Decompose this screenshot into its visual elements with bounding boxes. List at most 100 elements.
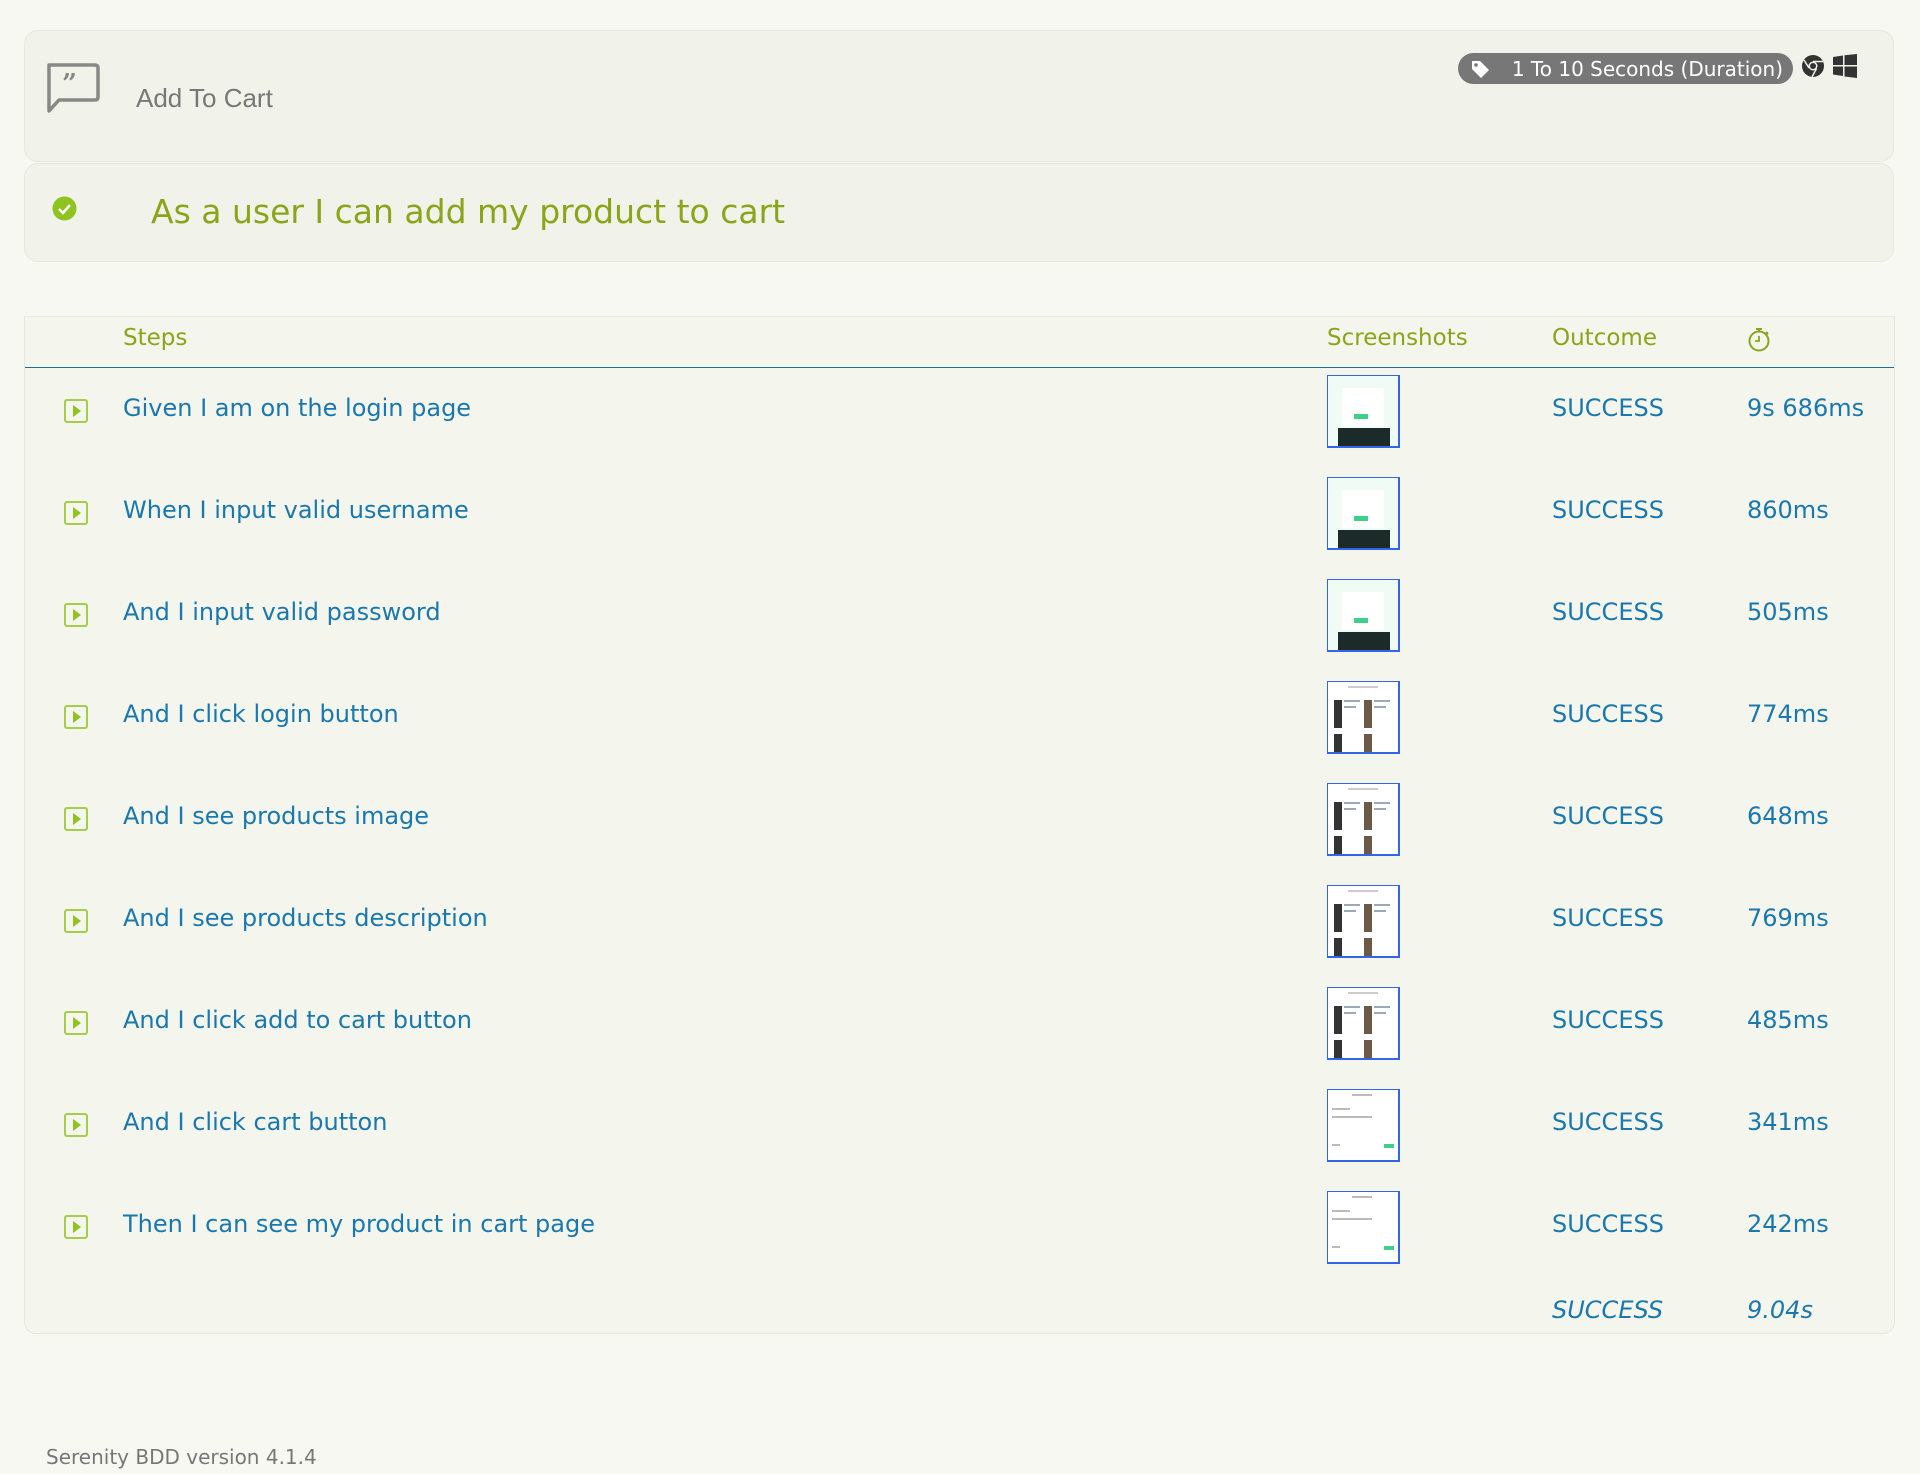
windows-icon — [1833, 54, 1857, 78]
step-text[interactable]: And I see products description — [123, 904, 488, 932]
screenshot-thumbnail[interactable] — [1327, 375, 1400, 448]
step-outcome: SUCCESS — [1552, 1210, 1664, 1238]
step-text[interactable]: And I see products image — [123, 802, 429, 830]
expand-step-play-icon[interactable] — [64, 807, 88, 831]
screenshot-thumbnail[interactable] — [1327, 885, 1400, 958]
thumbnail-detail — [1334, 700, 1342, 728]
thumbnail-detail — [1344, 1012, 1356, 1014]
steps-table: Steps Screenshots Outcome Given I am on … — [24, 316, 1895, 1334]
thumbnail-detail — [1348, 890, 1378, 892]
thumbnail-detail — [1374, 700, 1390, 702]
success-check-icon — [52, 196, 77, 221]
screenshot-thumbnail[interactable] — [1327, 1191, 1400, 1264]
thumbnail-detail — [1364, 938, 1372, 956]
thumbnail-detail — [1364, 802, 1372, 830]
thumbnail-detail — [1344, 910, 1356, 912]
step-text[interactable]: And I click add to cart button — [123, 1006, 472, 1034]
feature-title: Add To Cart — [136, 83, 273, 113]
thumbnail-detail — [1342, 592, 1384, 630]
step-outcome: SUCCESS — [1552, 700, 1664, 728]
thumbnail-detail — [1374, 1006, 1390, 1008]
expand-step-play-icon[interactable] — [64, 909, 88, 933]
thumbnail-detail — [1338, 428, 1390, 446]
table-row: And I see products image SUCCESS 648ms — [25, 776, 1894, 878]
thumbnail-detail — [1354, 618, 1368, 623]
thumbnail-detail — [1334, 1040, 1342, 1058]
step-duration: 774ms — [1747, 700, 1829, 728]
step-text[interactable]: And I click login button — [123, 700, 399, 728]
chrome-icon — [1802, 55, 1824, 78]
total-duration: 9.04s — [1747, 1296, 1813, 1324]
header-screenshots: Screenshots — [1327, 325, 1468, 351]
step-outcome: SUCCESS — [1552, 598, 1664, 626]
step-text[interactable]: When I input valid username — [123, 496, 469, 524]
thumbnail-detail — [1334, 836, 1342, 854]
step-outcome: SUCCESS — [1552, 1108, 1664, 1136]
thumbnail-detail — [1364, 904, 1372, 932]
expand-step-play-icon[interactable] — [64, 1113, 88, 1137]
step-text[interactable]: Given I am on the login page — [123, 394, 471, 422]
thumbnail-detail — [1352, 1094, 1372, 1096]
screenshot-thumbnail[interactable] — [1327, 579, 1400, 652]
quote-icon: ” — [47, 63, 100, 113]
expand-step-play-icon[interactable] — [64, 603, 88, 627]
thumbnail-detail — [1352, 1196, 1372, 1198]
thumbnail-detail — [1374, 706, 1386, 708]
thumbnail-detail — [1342, 388, 1384, 426]
thumbnail-detail — [1344, 700, 1360, 702]
thumbnail-detail — [1338, 530, 1390, 548]
thumbnail-detail — [1332, 1108, 1350, 1110]
thumbnail-detail — [1344, 1006, 1360, 1008]
screenshot-thumbnail[interactable] — [1327, 477, 1400, 550]
step-duration: 485ms — [1747, 1006, 1829, 1034]
duration-tag[interactable]: 1 To 10 Seconds (Duration) — [1457, 53, 1793, 84]
thumbnail-detail — [1354, 414, 1368, 419]
thumbnail-detail — [1364, 836, 1372, 854]
total-outcome: SUCCESS — [1552, 1296, 1664, 1324]
duration-tag-label: 1 To 10 Seconds (Duration) — [1511, 56, 1783, 81]
screenshot-thumbnail[interactable] — [1327, 681, 1400, 754]
thumbnail-detail — [1364, 700, 1372, 728]
thumbnail-detail — [1348, 788, 1378, 790]
step-outcome: SUCCESS — [1552, 496, 1664, 524]
thumbnail-detail — [1344, 706, 1356, 708]
thumbnail-detail — [1334, 938, 1342, 956]
step-duration: 341ms — [1747, 1108, 1829, 1136]
header-steps: Steps — [123, 325, 188, 351]
expand-step-play-icon[interactable] — [64, 1215, 88, 1239]
expand-step-play-icon[interactable] — [64, 1011, 88, 1035]
feature-header: ” Add To Cart 1 To 10 Seconds (Duration) — [24, 30, 1894, 162]
step-text[interactable]: Then I can see my product in cart page — [123, 1210, 595, 1238]
thumbnail-detail — [1332, 1144, 1340, 1146]
svg-text:”: ” — [62, 69, 77, 99]
thumbnail-detail — [1354, 516, 1368, 521]
step-duration: 648ms — [1747, 802, 1829, 830]
screenshot-thumbnail[interactable] — [1327, 987, 1400, 1060]
screenshot-thumbnail[interactable] — [1327, 783, 1400, 856]
table-row: Then I can see my product in cart page S… — [25, 1184, 1894, 1286]
thumbnail-detail — [1334, 802, 1342, 830]
thumbnail-detail — [1374, 1012, 1386, 1014]
step-text[interactable]: And I input valid password — [123, 598, 441, 626]
thumbnail-detail — [1334, 1006, 1342, 1034]
thumbnail-detail — [1364, 1040, 1372, 1058]
thumbnail-detail — [1364, 734, 1372, 752]
step-duration: 505ms — [1747, 598, 1829, 626]
stopwatch-icon — [1748, 328, 1770, 352]
expand-step-play-icon[interactable] — [64, 705, 88, 729]
screenshot-thumbnail[interactable] — [1327, 1089, 1400, 1162]
scenario-header: As a user I can add my product to cart — [24, 163, 1894, 262]
thumbnail-detail — [1342, 490, 1384, 528]
expand-step-play-icon[interactable] — [64, 399, 88, 423]
thumbnail-detail — [1334, 734, 1342, 752]
step-text[interactable]: And I click cart button — [123, 1108, 387, 1136]
step-outcome: SUCCESS — [1552, 904, 1664, 932]
thumbnail-detail — [1338, 632, 1390, 650]
thumbnail-detail — [1384, 1144, 1394, 1148]
expand-step-play-icon[interactable] — [64, 501, 88, 525]
step-duration: 9s 686ms — [1747, 394, 1865, 422]
thumbnail-detail — [1364, 1006, 1372, 1034]
step-duration: 769ms — [1747, 904, 1829, 932]
thumbnail-detail — [1348, 992, 1378, 994]
thumbnail-detail — [1332, 1246, 1340, 1248]
